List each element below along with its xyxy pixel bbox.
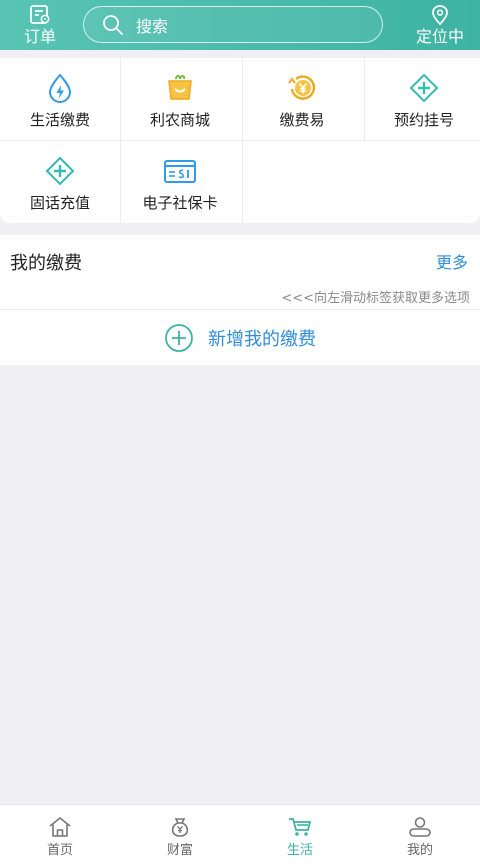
tab-label: 首页 — [46, 842, 73, 858]
search-icon — [103, 14, 123, 35]
tab-label: 财富 — [166, 842, 193, 858]
orders-button[interactable]: 订单 — [0, 0, 80, 50]
medical-cross-icon — [409, 73, 439, 103]
location-label: 定位中 — [415, 27, 464, 46]
tab-life[interactable]: 生活 — [240, 805, 360, 864]
service-life-payment[interactable]: 生活缴费 — [0, 58, 120, 140]
location-button[interactable]: 定位中 — [400, 0, 480, 50]
service-appointment[interactable]: 预约挂号 — [364, 58, 480, 140]
search-placeholder: 搜索 — [136, 16, 169, 36]
add-payment-label: 新增我的缴费 — [208, 328, 316, 350]
user-icon — [409, 816, 431, 837]
add-payment-button[interactable]: 新增我的缴费 — [0, 310, 480, 365]
swipe-hint: <<<向左滑动标签获取更多选项 — [281, 291, 470, 306]
tab-wealth[interactable]: 财富 — [120, 805, 240, 864]
water-bolt-icon — [48, 73, 72, 103]
service-label: 利农商城 — [149, 111, 210, 129]
my-payments-title: 我的缴费 — [10, 253, 82, 274]
service-grid: 生活缴费 利农商城 缴费易 预约挂号 固话充值 电子社保卡 — [0, 58, 480, 223]
top-header: 订单 搜索 定位中 — [0, 0, 480, 50]
location-pin-icon — [432, 5, 448, 26]
social-security-card-icon — [164, 160, 196, 183]
shopping-cart-icon — [289, 817, 312, 836]
tab-label: 我的 — [406, 842, 433, 858]
tab-home[interactable]: 首页 — [0, 805, 120, 864]
service-label: 缴费易 — [279, 111, 325, 129]
service-easy-pay[interactable]: 缴费易 — [242, 58, 362, 140]
money-bag-icon — [171, 817, 189, 837]
service-label: 生活缴费 — [29, 111, 90, 129]
yen-coin-icon — [288, 75, 316, 100]
service-landline-topup[interactable]: 固话充值 — [0, 141, 120, 223]
home-icon — [49, 816, 71, 837]
service-label: 预约挂号 — [393, 111, 454, 129]
service-label: 电子社保卡 — [142, 194, 218, 212]
my-payments-section: 我的缴费 更多 <<<向左滑动标签获取更多选项 新增我的缴费 — [0, 235, 480, 365]
search-input[interactable]: 搜索 — [83, 6, 383, 43]
plus-circle-icon — [165, 323, 193, 352]
bottom-tab-bar: 首页 财富 生活 我的 — [0, 804, 480, 864]
more-link[interactable]: 更多 — [436, 249, 468, 273]
shopping-basket-icon — [168, 75, 192, 100]
order-list-icon — [30, 5, 50, 24]
service-farm-mall[interactable]: 利农商城 — [120, 58, 240, 140]
medical-cross-icon — [45, 156, 75, 186]
service-label: 固话充值 — [29, 194, 90, 212]
orders-label: 订单 — [23, 27, 56, 46]
tab-mine[interactable]: 我的 — [360, 805, 480, 864]
grid-divider — [242, 140, 480, 141]
tab-label: 生活 — [286, 842, 313, 858]
service-social-security-card[interactable]: 电子社保卡 — [120, 141, 240, 223]
